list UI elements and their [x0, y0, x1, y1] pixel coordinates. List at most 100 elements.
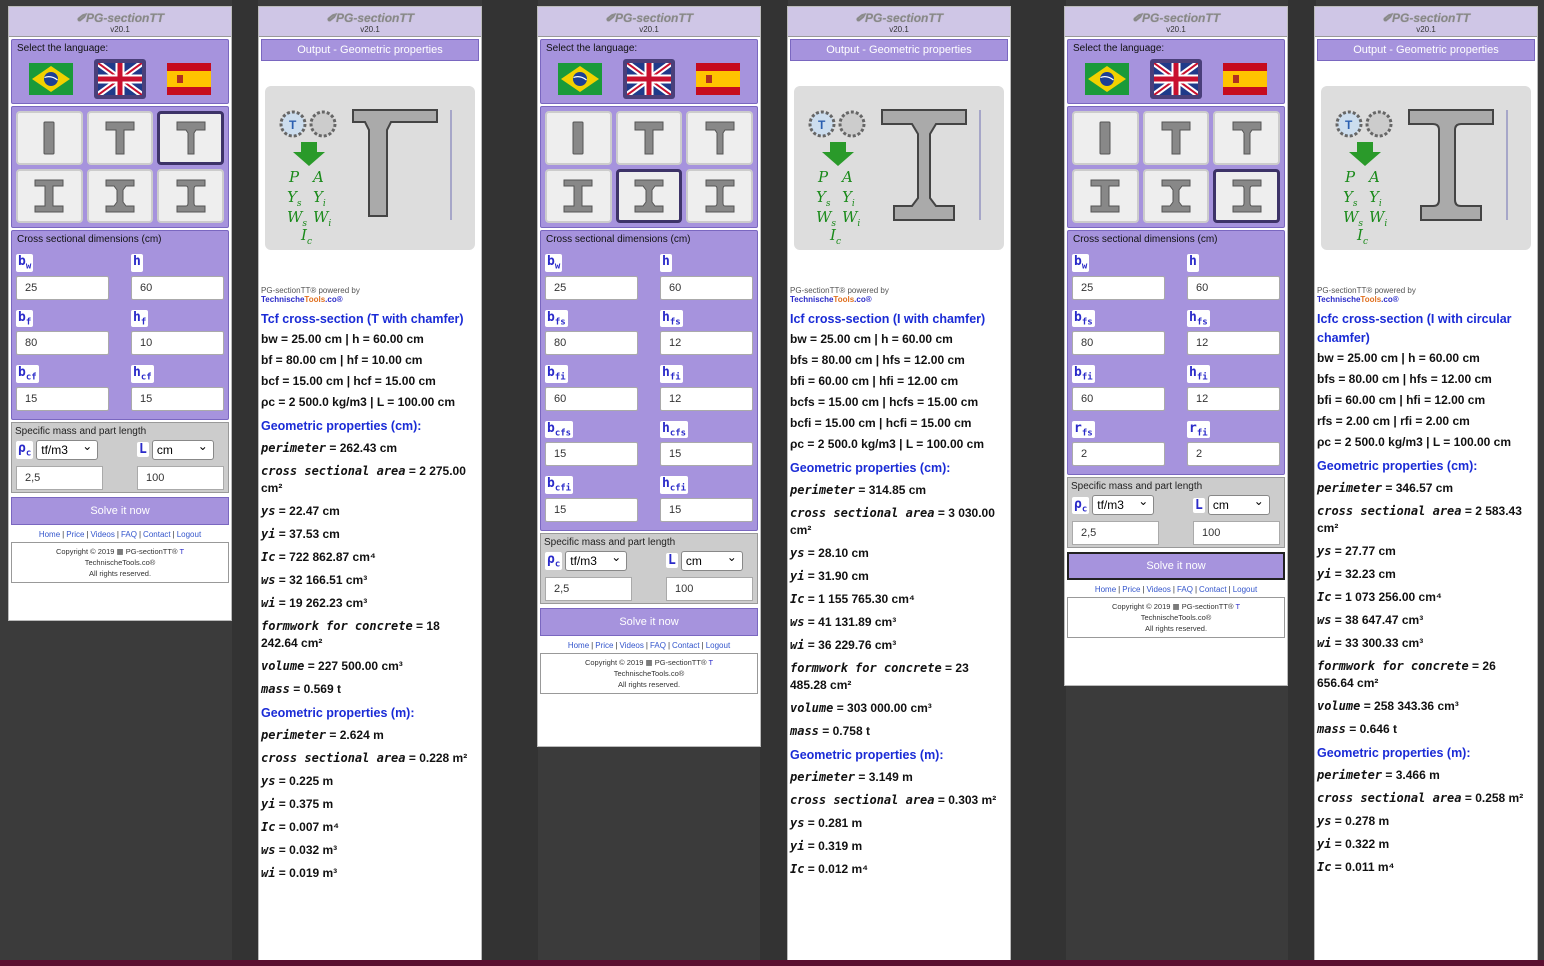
- shape-rectangle-button[interactable]: [1072, 111, 1139, 165]
- input-bw[interactable]: 25: [545, 275, 638, 300]
- input-summary-line: ρc = 2 500.0 kg/m3 | L = 100.00 cm: [261, 395, 456, 409]
- shape-i-chamfer-button[interactable]: [615, 169, 683, 223]
- rho-input[interactable]: 2,5: [16, 465, 103, 490]
- input-hcfs[interactable]: 15: [660, 442, 753, 467]
- field-bfi: bfi 60: [545, 361, 638, 417]
- input-bcfs[interactable]: 15: [545, 442, 638, 467]
- input-hfs[interactable]: 12: [1187, 331, 1280, 356]
- svg-text:P: P: [1344, 168, 1356, 186]
- input-summary-line: bcfs = 15.00 cm | hcfs = 15.00 cm: [790, 395, 979, 409]
- link-logout[interactable]: Logout: [1233, 585, 1257, 594]
- app-version: v20.1: [360, 25, 380, 34]
- shape-i-circular-chamfer-button[interactable]: [686, 169, 753, 223]
- shape-i-chamfer-button[interactable]: [86, 169, 154, 223]
- length-unit-select[interactable]: cm: [151, 439, 214, 460]
- shape-rectangle-button[interactable]: [16, 111, 83, 165]
- rho-unit-select[interactable]: tf/m3: [36, 439, 99, 460]
- output-title: Output - Geometric properties: [1317, 39, 1535, 61]
- solve-button[interactable]: Solve it now: [11, 496, 229, 525]
- shape-t-section-button[interactable]: [1142, 111, 1210, 165]
- link-home[interactable]: Home: [568, 641, 589, 650]
- symbol-rho: ρc: [545, 552, 563, 570]
- solve-button[interactable]: Solve it now: [1067, 552, 1285, 581]
- flag-brazil-button[interactable]: [1081, 59, 1133, 99]
- link-videos[interactable]: Videos: [1147, 585, 1171, 594]
- solve-button[interactable]: Solve it now: [540, 607, 758, 636]
- link-price[interactable]: Price: [595, 641, 613, 650]
- rho-unit-select[interactable]: tf/m3: [565, 550, 628, 571]
- link-contact[interactable]: Contact: [672, 641, 700, 650]
- symbol-L: L: [137, 442, 149, 458]
- link-logout[interactable]: Logout: [177, 530, 201, 539]
- link-contact[interactable]: Contact: [1199, 585, 1227, 594]
- flag-uk-button[interactable]: [93, 59, 146, 99]
- property-row: ys = 22.47 cm: [261, 504, 340, 518]
- input-hf[interactable]: 10: [131, 331, 224, 356]
- length-input[interactable]: 100: [137, 465, 224, 490]
- rho-input[interactable]: 2,5: [545, 576, 632, 601]
- rho-input[interactable]: 2,5: [1072, 521, 1159, 546]
- flag-spain-button[interactable]: [163, 59, 215, 99]
- input-bfi[interactable]: 60: [545, 386, 638, 411]
- input-hcfi[interactable]: 15: [660, 497, 753, 522]
- link-faq[interactable]: FAQ: [121, 530, 137, 539]
- link-price[interactable]: Price: [1122, 585, 1140, 594]
- symbol-hfs: hfs: [660, 309, 683, 328]
- input-bfs[interactable]: 80: [545, 331, 638, 356]
- shape-t-section-button[interactable]: [86, 111, 154, 165]
- flag-spain-button[interactable]: [692, 59, 744, 99]
- rho-unit-select[interactable]: tf/m3: [1092, 494, 1155, 516]
- link-faq[interactable]: FAQ: [650, 641, 666, 650]
- input-bcf[interactable]: 15: [16, 386, 109, 411]
- link-videos[interactable]: Videos: [91, 530, 115, 539]
- input-h[interactable]: 60: [660, 275, 753, 300]
- copyright: Copyright © 2019 ▦ PG-sectionTT® T Techn…: [540, 652, 758, 694]
- length-unit-select[interactable]: cm: [680, 550, 743, 571]
- shape-i-chamfer-button[interactable]: [1142, 169, 1210, 223]
- powered-by: PG-sectionTT® powered by TechnischeTools.…: [790, 286, 889, 304]
- shape-i-circular-chamfer-button[interactable]: [1213, 169, 1280, 223]
- shape-i-section-button[interactable]: [545, 169, 612, 223]
- shape-t-chamfer-button[interactable]: [686, 111, 753, 165]
- flag-spain-button[interactable]: [1219, 59, 1271, 99]
- flag-uk-button[interactable]: [622, 59, 675, 99]
- symbol-rho: ρc: [1072, 496, 1090, 515]
- flag-brazil-button[interactable]: [25, 59, 77, 99]
- input-h[interactable]: 60: [131, 275, 224, 300]
- input-bf[interactable]: 80: [16, 331, 109, 356]
- input-bcfi[interactable]: 15: [545, 497, 638, 522]
- property-row: mass = 0.569 t: [261, 682, 341, 696]
- input-hfs[interactable]: 12: [660, 331, 753, 356]
- shape-t-section-button[interactable]: [615, 111, 683, 165]
- link-home[interactable]: Home: [39, 530, 60, 539]
- length-input[interactable]: 100: [1193, 521, 1280, 546]
- input-rfs[interactable]: 2: [1072, 442, 1165, 467]
- link-contact[interactable]: Contact: [143, 530, 171, 539]
- link-logout[interactable]: Logout: [706, 641, 730, 650]
- shape-i-section-button[interactable]: [1072, 169, 1139, 223]
- flag-uk-button[interactable]: [1149, 59, 1202, 99]
- shape-i-section-button[interactable]: [16, 169, 83, 223]
- input-bfs[interactable]: 80: [1072, 331, 1165, 356]
- input-h[interactable]: 60: [1187, 275, 1280, 300]
- input-hcf[interactable]: 15: [131, 386, 224, 411]
- link-videos[interactable]: Videos: [620, 641, 644, 650]
- input-bfi[interactable]: 60: [1072, 386, 1165, 411]
- shape-t-chamfer-button[interactable]: [1213, 111, 1280, 165]
- input-bw[interactable]: 25: [16, 275, 109, 300]
- shape-rectangle-button[interactable]: [545, 111, 612, 165]
- length-unit-select[interactable]: cm: [1207, 494, 1270, 516]
- field-bfs: bfs 80: [545, 306, 638, 362]
- input-rfi[interactable]: 2: [1187, 442, 1280, 467]
- input-bw[interactable]: 25: [1072, 275, 1165, 300]
- link-home[interactable]: Home: [1095, 585, 1116, 594]
- shape-i-circular-chamfer-button[interactable]: [157, 169, 224, 223]
- shape-t-chamfer-button[interactable]: [157, 111, 224, 165]
- input-hfi[interactable]: 12: [660, 386, 753, 411]
- input-hfi[interactable]: 12: [1187, 386, 1280, 411]
- link-faq[interactable]: FAQ: [1177, 585, 1193, 594]
- length-input[interactable]: 100: [666, 576, 753, 601]
- flag-brazil-button[interactable]: [554, 59, 606, 99]
- link-price[interactable]: Price: [66, 530, 84, 539]
- language-label: Select the language:: [546, 43, 638, 54]
